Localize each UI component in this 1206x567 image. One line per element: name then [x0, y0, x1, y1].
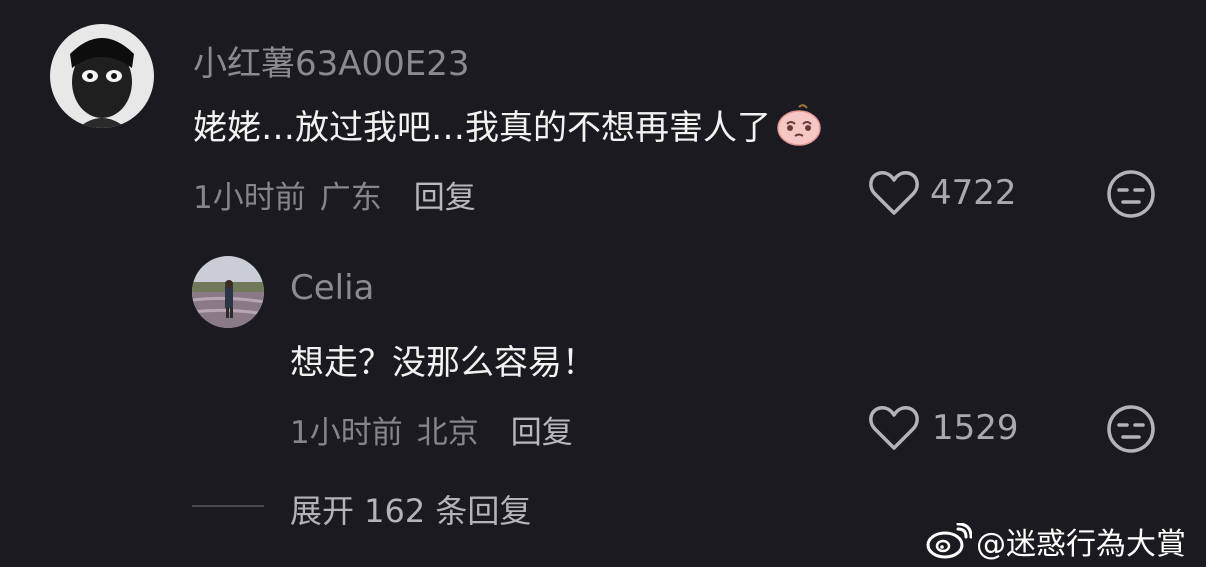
- comment-text-row: 姥姥…放过我吧…我真的不想再害人了: [193, 100, 823, 149]
- replier-avatar[interactable]: [192, 256, 264, 328]
- reply-dislike-button[interactable]: [1106, 404, 1156, 454]
- comment-dislike-button[interactable]: [1106, 169, 1156, 219]
- reply-time: 1小时前: [290, 415, 403, 451]
- avatar-portrait-image: [50, 24, 154, 128]
- reply-like-count: 1529: [932, 408, 1019, 448]
- comment-text: 姥姥…放过我吧…我真的不想再害人了: [193, 108, 771, 148]
- comment-location: 广东: [319, 180, 382, 216]
- reply-text: 想走？没那么容易！: [290, 343, 596, 383]
- comment-like-button[interactable]: 4722: [868, 169, 1017, 217]
- commenter-username[interactable]: 小红薯63A00E23: [193, 36, 470, 85]
- comment-reply-button[interactable]: 回复: [414, 172, 476, 217]
- watermark-text: @迷惑行為大賞: [976, 527, 1186, 562]
- avatar-field-photo: [192, 256, 264, 328]
- expand-replies-button[interactable]: 展开 162 条回复: [290, 486, 531, 532]
- reply-reply-button[interactable]: 回复: [511, 407, 573, 452]
- commenter-avatar[interactable]: [50, 24, 154, 128]
- comment-time: 1小时前: [193, 180, 306, 216]
- reply-location: 北京: [416, 415, 479, 451]
- meh-face-icon: [1106, 169, 1156, 219]
- reply-meta-row: 1小时前 北京 回复: [290, 407, 573, 452]
- heart-outline-icon: [868, 169, 920, 217]
- reply-like-button[interactable]: 1529: [868, 404, 1019, 452]
- expand-divider: [192, 505, 264, 507]
- watermark: @迷惑行為大賞: [926, 519, 1186, 563]
- comment-meta-row: 1小时前 广东 回复: [193, 172, 476, 217]
- replier-username[interactable]: Celia: [290, 268, 374, 308]
- heart-outline-icon: [868, 404, 920, 452]
- pleading-face-emoji-icon: [775, 103, 823, 147]
- comment-like-count: 4722: [930, 173, 1017, 213]
- weibo-logo-icon: [926, 523, 972, 559]
- meh-face-icon: [1106, 404, 1156, 454]
